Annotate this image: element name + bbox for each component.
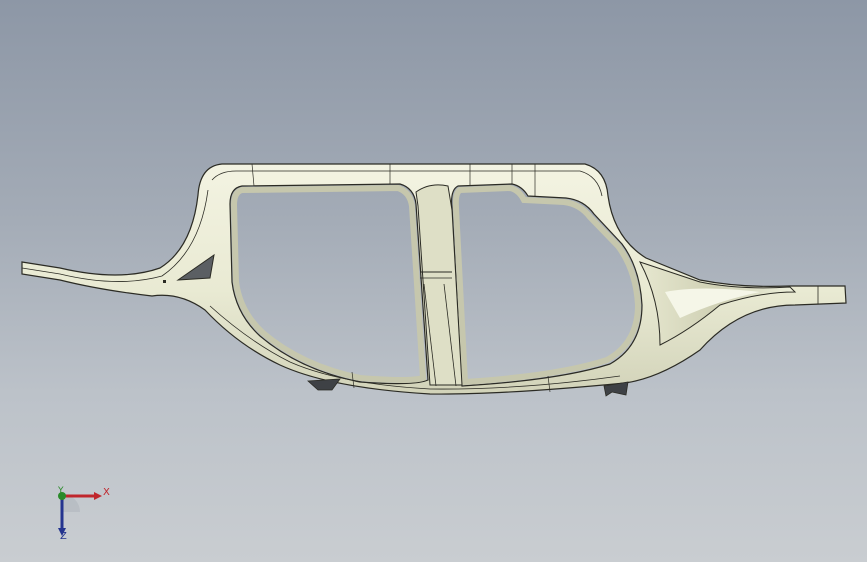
x-axis-arrowhead — [94, 492, 102, 500]
z-axis-label: Z — [60, 531, 67, 542]
y-axis-label: Y — [58, 486, 64, 496]
body-side-frame-model[interactable] — [0, 0, 867, 562]
x-axis-label: X — [103, 487, 110, 498]
front-hole — [163, 280, 166, 283]
graphics-viewport[interactable]: X Y Z — [0, 0, 867, 562]
lower-bracket-left — [307, 378, 341, 391]
